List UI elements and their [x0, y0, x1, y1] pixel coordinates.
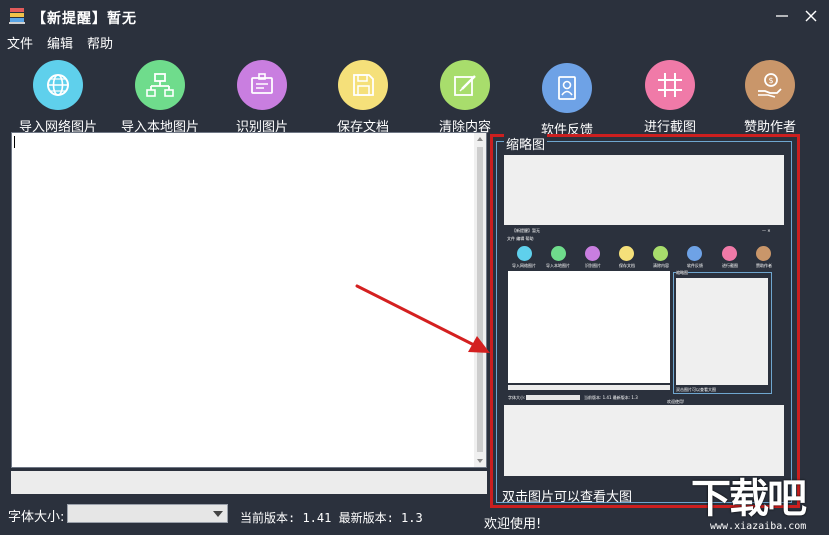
mini-label: 进行截图 [722, 263, 738, 268]
svg-text:$: $ [768, 76, 773, 85]
mini-welcome: 欢迎使用! [667, 399, 685, 404]
id-card-icon [237, 60, 287, 110]
menu-edit[interactable]: 编辑 [47, 33, 73, 52]
menu-help[interactable]: 帮助 [87, 33, 113, 52]
mini-label: 清除内容 [653, 263, 669, 268]
recognize-image-button[interactable]: 识别图片 [217, 60, 307, 135]
contact-icon [542, 63, 592, 113]
tool-label: 进行截图 [643, 120, 696, 135]
mini-donate-icon [756, 246, 771, 261]
mini-label: 识别图片 [585, 263, 601, 268]
font-size-select[interactable] [67, 504, 228, 523]
thumbnail-group-title: 缩略图 [504, 134, 548, 153]
mini-contact-icon [687, 246, 702, 261]
mini-menu: 文件 编辑 帮助 [507, 236, 534, 241]
mini-screenshot: 【新提醒】暂无 文件 编辑 帮助 — ✕ 导入网络图片 导入本地图片 识别图片 … [504, 225, 784, 405]
mini-globe-icon [517, 246, 532, 261]
mini-network-icon [551, 246, 566, 261]
mini-label: 导入本地图片 [546, 263, 570, 268]
mini-label: 保存文档 [619, 263, 635, 268]
mini-font-label: 字体大小: [508, 395, 526, 400]
save-document-button[interactable]: 保存文档 [318, 60, 408, 135]
edit-pencil-icon [440, 60, 490, 110]
mini-title: 【新提醒】暂无 [512, 228, 540, 233]
text-caret [14, 136, 15, 148]
mini-card-icon [585, 246, 600, 261]
mini-version: 当前版本: 1.41 最新版本: 1.3 [584, 395, 638, 400]
status-message: 欢迎使用! [484, 517, 542, 532]
mini-text-area [508, 271, 670, 383]
thumbnail-image[interactable]: 【新提醒】暂无 文件 编辑 帮助 — ✕ 导入网络图片 导入本地图片 识别图片 … [504, 155, 784, 476]
mini-label: 导入网络图片 [512, 263, 536, 268]
mini-crop-icon [722, 246, 737, 261]
mini-panel [508, 385, 670, 390]
feedback-button[interactable]: 软件反馈 [522, 63, 612, 138]
mini-save-icon [619, 246, 634, 261]
tool-label: 赞助作者 [743, 120, 796, 135]
mini-label: 赞助作者 [756, 263, 772, 268]
mini-edit-icon [653, 246, 668, 261]
clear-content-button[interactable]: 清除内容 [420, 60, 510, 135]
window-title: 【新提醒】暂无 [32, 11, 137, 27]
close-icon [805, 10, 817, 22]
mini-label: 软件反馈 [687, 263, 703, 268]
watermark-logo: 下载吧 www.xiazaiba.com [689, 477, 829, 535]
import-local-image-button[interactable]: 导入本地图片 [115, 60, 205, 135]
menu-file[interactable]: 文件 [7, 33, 33, 52]
chevron-down-icon [209, 505, 227, 522]
import-web-image-button[interactable]: 导入网络图片 [13, 60, 103, 135]
minimize-icon [776, 15, 788, 17]
font-size-label: 字体大小: [8, 510, 65, 525]
mini-window-buttons: — ✕ [762, 228, 771, 233]
mini-select [526, 395, 580, 400]
watermark-url: www.xiazaiba.com [710, 521, 807, 532]
thumbnail-hint: 双击图片可以查看大图 [502, 490, 633, 505]
close-button[interactable] [801, 6, 821, 26]
minimize-button[interactable] [772, 6, 792, 26]
globe-network-icon [33, 60, 83, 110]
screenshot-button[interactable]: 进行截图 [625, 60, 715, 135]
red-arrow-icon [355, 284, 490, 353]
version-info: 当前版本: 1.41 最新版本: 1.3 [240, 511, 423, 525]
horizontal-panel [11, 471, 487, 494]
save-disk-icon [338, 60, 388, 110]
mini-hint: 双击图片可以查看大图 [676, 387, 716, 392]
local-network-icon [135, 60, 185, 110]
mini-thumb-title: 缩略图 [676, 270, 688, 275]
donate-button[interactable]: $ 赞助作者 [725, 60, 815, 135]
crop-grid-icon [645, 60, 695, 110]
donate-hand-icon: $ [745, 60, 795, 110]
mini-thumb-area [676, 278, 768, 385]
app-icon [9, 7, 25, 25]
watermark-text: 下载吧 [691, 476, 807, 522]
